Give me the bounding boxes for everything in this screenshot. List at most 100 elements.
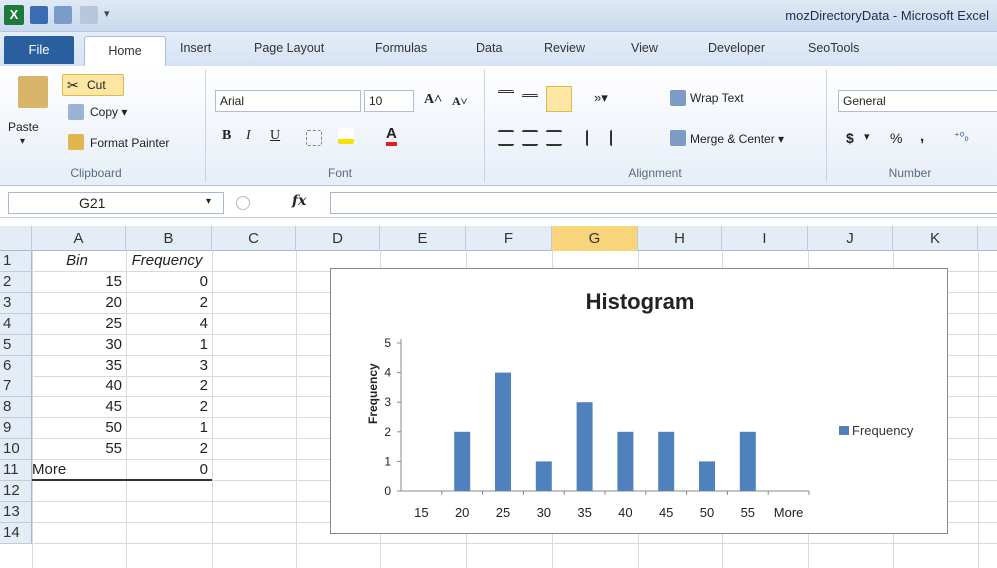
table-cell[interactable]: 2 (126, 293, 208, 313)
tab-seotools[interactable]: SeoTools (808, 41, 859, 55)
tab-data[interactable]: Data (476, 41, 502, 55)
shrink-font-icon[interactable]: A˅ (452, 94, 468, 109)
column-header[interactable]: H (638, 226, 722, 251)
paste-icon[interactable] (18, 76, 48, 108)
increase-decimal-icon[interactable]: ⁺⁰₀ (954, 130, 969, 143)
row-header[interactable]: 12 (0, 481, 32, 502)
increase-indent-icon[interactable] (610, 130, 626, 146)
comma-button[interactable]: , (920, 128, 924, 145)
currency-dropdown-icon[interactable]: ▾ (864, 130, 870, 143)
wrap-text-button[interactable]: Wrap Text (690, 91, 744, 105)
paste-button[interactable]: Paste (8, 120, 39, 134)
table-cell[interactable]: 2 (126, 376, 208, 396)
column-header[interactable]: E (380, 226, 466, 251)
row-header[interactable]: 11 (0, 460, 32, 481)
customize-quick-access-icon[interactable]: ▾ (104, 7, 110, 20)
row-header[interactable]: 6 (0, 356, 32, 377)
table-cell[interactable]: 4 (126, 314, 208, 334)
font-color-icon[interactable]: A (386, 126, 397, 146)
table-cell[interactable]: 45 (32, 397, 122, 417)
column-header[interactable]: F (466, 226, 552, 251)
undo-icon[interactable] (54, 6, 72, 24)
row-header[interactable]: 4 (0, 314, 32, 335)
row-header[interactable]: 13 (0, 502, 32, 523)
grow-font-icon[interactable]: A˄ (424, 92, 442, 108)
table-cell[interactable]: Bin (32, 251, 122, 271)
formula-input[interactable] (330, 192, 997, 214)
align-right-icon[interactable] (546, 130, 562, 146)
name-box-dropdown-icon[interactable]: ▾ (206, 196, 211, 207)
table-cell[interactable]: 1 (126, 418, 208, 438)
table-cell[interactable]: 50 (32, 418, 122, 438)
copy-button[interactable]: Copy ▾ (90, 105, 127, 119)
tab-view[interactable]: View (631, 41, 658, 55)
align-left-icon[interactable] (498, 130, 514, 146)
tab-home[interactable]: Home (84, 36, 166, 67)
column-header[interactable]: G (552, 226, 638, 251)
align-bottom-icon[interactable] (546, 86, 572, 112)
column-header[interactable]: K (893, 226, 978, 251)
tab-insert[interactable]: Insert (180, 41, 211, 55)
borders-icon[interactable] (306, 130, 322, 146)
align-middle-icon[interactable] (522, 94, 538, 110)
row-header[interactable]: 3 (0, 293, 32, 314)
orientation-icon[interactable]: »▾ (594, 90, 608, 106)
italic-button[interactable]: I (246, 128, 251, 144)
name-box[interactable]: G21 (8, 192, 224, 214)
number-format-combo[interactable]: General (838, 90, 997, 112)
row-header[interactable]: 1 (0, 251, 32, 272)
histogram-chart[interactable]: Histogram Frequency 0 1 2 3 4 5 15 20 25 30 35 40 45… (330, 268, 948, 534)
table-cell[interactable]: 3 (126, 356, 208, 376)
font-name-combo[interactable]: Arial (215, 90, 361, 112)
table-cell[interactable]: 25 (32, 314, 122, 334)
table-cell[interactable]: 0 (126, 460, 208, 480)
font-size-combo[interactable]: 10 (364, 90, 414, 112)
row-header[interactable]: 8 (0, 397, 32, 418)
column-header[interactable]: A (32, 226, 126, 251)
underline-button[interactable]: U (270, 128, 280, 144)
table-cell[interactable]: 15 (32, 272, 122, 292)
table-cell[interactable]: 55 (32, 439, 122, 459)
table-cell[interactable]: 40 (32, 376, 122, 396)
table-cell[interactable]: 20 (32, 293, 122, 313)
decrease-indent-icon[interactable] (586, 130, 602, 146)
column-header[interactable]: C (212, 226, 296, 251)
select-all-corner[interactable] (0, 226, 32, 251)
tab-page-layout[interactable]: Page Layout (254, 41, 324, 55)
currency-button[interactable]: $ (846, 130, 854, 146)
column-header[interactable]: D (296, 226, 380, 251)
table-cell[interactable]: Frequency (126, 251, 208, 271)
percent-button[interactable]: % (890, 130, 902, 146)
redo-icon[interactable] (80, 6, 98, 24)
tab-formulas[interactable]: Formulas (375, 41, 427, 55)
table-cell[interactable]: 1 (126, 335, 208, 355)
cut-button[interactable]: ✂ Cut (62, 74, 124, 96)
column-header[interactable]: I (722, 226, 808, 251)
tab-review[interactable]: Review (544, 41, 585, 55)
insert-function-button[interactable]: fx (292, 193, 306, 209)
row-header[interactable]: 10 (0, 439, 32, 460)
row-header[interactable]: 14 (0, 523, 32, 544)
align-top-icon[interactable] (498, 90, 514, 106)
table-cell[interactable]: 0 (126, 272, 208, 292)
row-header[interactable]: 9 (0, 418, 32, 439)
table-cell[interactable]: More (32, 460, 122, 480)
table-cell[interactable]: 35 (32, 356, 122, 376)
row-header[interactable]: 7 (0, 376, 32, 397)
column-header[interactable]: J (808, 226, 893, 251)
table-cell[interactable]: 2 (126, 439, 208, 459)
column-header[interactable]: B (126, 226, 212, 251)
tab-file[interactable]: File (4, 36, 74, 64)
row-header[interactable]: 2 (0, 272, 32, 293)
bold-button[interactable]: B (222, 128, 231, 144)
table-cell[interactable]: 30 (32, 335, 122, 355)
fill-color-icon[interactable] (338, 128, 354, 144)
paste-dropdown-icon[interactable]: ▾ (20, 136, 25, 147)
merge-center-button[interactable]: Merge & Center ▾ (690, 132, 784, 146)
tab-developer[interactable]: Developer (708, 41, 765, 55)
save-icon[interactable] (30, 6, 48, 24)
table-cell[interactable]: 2 (126, 397, 208, 417)
row-header[interactable]: 5 (0, 335, 32, 356)
format-painter-button[interactable]: Format Painter (90, 136, 169, 150)
align-center-icon[interactable] (522, 130, 538, 146)
